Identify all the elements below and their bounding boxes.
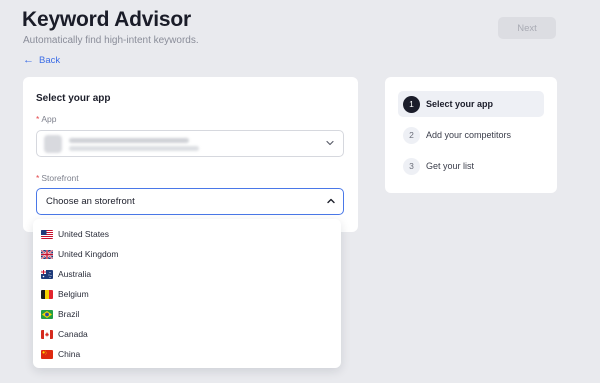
be-flag-icon [41, 289, 53, 299]
option-label: China [58, 349, 81, 359]
chevron-down-icon [326, 140, 334, 146]
storefront-placeholder: Choose an storefront [46, 196, 135, 207]
storefront-option[interactable]: United States [33, 224, 341, 244]
storefront-option[interactable]: Brazil [33, 304, 341, 324]
step-number: 2 [403, 126, 420, 144]
required-marker: * [36, 114, 40, 124]
app-name-blurred [69, 138, 189, 143]
br-flag-icon [41, 309, 53, 319]
storefront-field-label: * Storefront [36, 173, 79, 183]
us-flag-icon [41, 229, 53, 239]
storefront-select[interactable]: Choose an storefront [36, 188, 344, 215]
app-label-text: App [41, 114, 57, 124]
chevron-up-icon [327, 198, 335, 204]
option-label: Brazil [58, 309, 80, 319]
option-label: United Kingdom [58, 249, 119, 259]
storefront-option[interactable]: Belgium [33, 284, 341, 304]
storefront-dropdown: United States United Kingdom Australia B… [33, 219, 341, 368]
step-label: Get your list [426, 161, 475, 171]
step-label: Select your app [426, 99, 494, 109]
step-number: 1 [403, 95, 420, 113]
next-button[interactable]: Next [498, 17, 556, 39]
option-label: Australia [58, 269, 92, 279]
required-marker: * [36, 173, 40, 183]
app-select[interactable] [36, 130, 344, 157]
page-subtitle: Automatically find high-intent keywords. [23, 35, 199, 46]
step-label: Add your competitors [426, 130, 512, 140]
option-label: Belgium [58, 289, 89, 299]
au-flag-icon [41, 269, 53, 279]
arrow-left-icon: ← [23, 54, 34, 66]
app-icon [44, 135, 62, 153]
storefront-option[interactable]: China [33, 344, 341, 364]
select-app-card: Select your app * App * Storefront Choose … [23, 77, 358, 232]
page-title: Keyword Advisor [22, 8, 191, 31]
storefront-option[interactable]: Australia [33, 264, 341, 284]
uk-flag-icon [41, 249, 53, 259]
section-title: Select your app [36, 93, 111, 104]
app-field-label: * App [36, 114, 56, 124]
storefront-label-text: Storefront [41, 173, 79, 183]
step-number: 3 [403, 157, 420, 175]
step-get-list: 3 Get your list [398, 153, 544, 179]
back-link[interactable]: ← Back [23, 54, 61, 67]
ca-flag-icon [41, 329, 53, 339]
option-label: Canada [58, 329, 88, 339]
storefront-option[interactable]: United Kingdom [33, 244, 341, 264]
back-label: Back [39, 55, 61, 66]
option-label: United States [58, 229, 110, 239]
cn-flag-icon [41, 349, 53, 359]
progress-steps: 1 Select your app 2 Add your competitors… [385, 77, 557, 193]
storefront-option[interactable]: Canada [33, 324, 341, 344]
app-developer-blurred [69, 146, 199, 151]
step-add-competitors: 2 Add your competitors [398, 122, 544, 148]
step-select-app: 1 Select your app [398, 91, 544, 117]
